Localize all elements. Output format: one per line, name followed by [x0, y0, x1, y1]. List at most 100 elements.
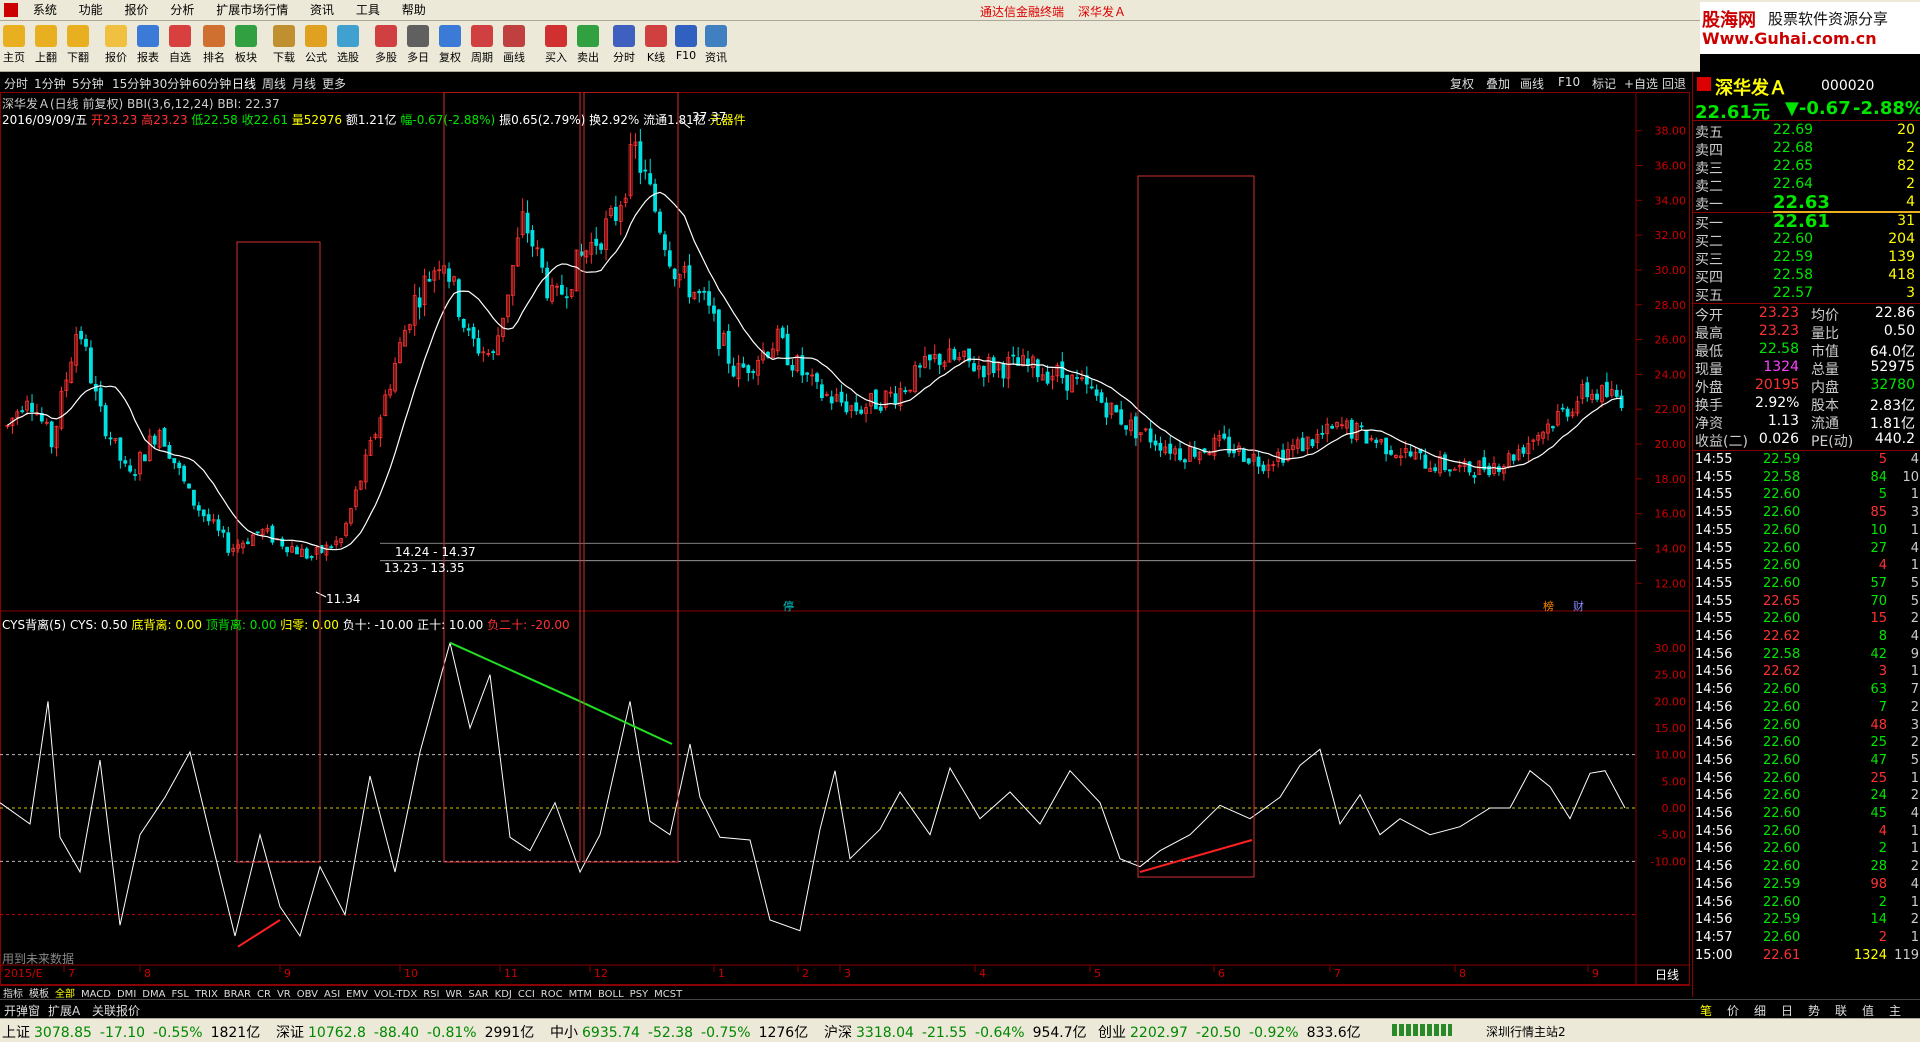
panel-tab-6[interactable]: 值 — [1862, 1002, 1874, 1019]
menu-system[interactable]: 系统 — [24, 0, 66, 20]
tick-row: 14:56 22.60 63 7 — [1693, 682, 1920, 699]
toolbar-label-8: 下载 — [273, 51, 295, 64]
menu-quote[interactable]: 报价 — [116, 0, 158, 20]
panel-tab-4[interactable]: 势 — [1808, 1002, 1820, 1019]
bottom-tab-0[interactable]: 开弹窗 — [4, 1002, 40, 1019]
period-tab-0[interactable]: 分时 — [4, 75, 28, 92]
candle-body — [663, 234, 667, 251]
tick-count: 2 — [1910, 859, 1919, 875]
tick-price: 22.60 — [1763, 611, 1801, 627]
candle-body — [1300, 437, 1305, 452]
period-tab-4[interactable]: 30分钟 — [152, 75, 191, 92]
menu-news[interactable]: 资讯 — [301, 0, 343, 20]
toolbar-btn-10[interactable]: 选股 — [330, 25, 366, 65]
index-quote-4[interactable]: 创业 2202.97 -20.50 -0.92% 833.6亿 — [1098, 1022, 1361, 1042]
panel-tab-2[interactable]: 细 — [1754, 1002, 1766, 1019]
period-tab-7[interactable]: 周线 — [262, 75, 286, 92]
price-axis-label: 12.00 — [1655, 577, 1687, 590]
toolbar-label-16: 买入 — [545, 51, 567, 64]
tick-price: 22.58 — [1763, 469, 1801, 485]
chart-tool-btn-3[interactable]: F10 — [1558, 75, 1580, 89]
toolbar-btn-3[interactable]: 报价 — [98, 25, 134, 65]
toolbar-btn-4[interactable]: 报表 — [130, 25, 166, 65]
toolbar-btn-7[interactable]: 板块 — [228, 25, 264, 65]
server-status[interactable]: 深圳行情主站2 — [1486, 1023, 1566, 1040]
ind-zero: 归零: 0.00 — [280, 618, 339, 632]
info-high: 高23.23 — [141, 113, 188, 127]
menu-help[interactable]: 帮助 — [393, 0, 435, 20]
price-axis-label: 22.00 — [1655, 403, 1687, 416]
period-tab-9[interactable]: 更多 — [322, 75, 346, 92]
index-change: -88.40 — [373, 1025, 420, 1041]
toolbar-btn-9[interactable]: 公式 — [298, 25, 334, 65]
ind-axis-label: 30.00 — [1655, 642, 1687, 655]
chart-tool-btn-5[interactable]: +自选 — [1624, 75, 1658, 92]
toolbar-btn-12[interactable]: 多日 — [400, 25, 436, 65]
candle-body — [707, 291, 711, 306]
menu-analysis[interactable]: 分析 — [161, 0, 203, 20]
chart-tool-btn-2[interactable]: 画线 — [1520, 75, 1544, 92]
period-tab-2[interactable]: 5分钟 — [72, 75, 104, 92]
candle-body — [648, 173, 653, 185]
index-quote-3[interactable]: 沪深 3318.04 -21.55 -0.64% 954.7亿 — [824, 1022, 1087, 1042]
index-value: 2202.97 — [1130, 1025, 1188, 1041]
period-tab-5[interactable]: 60分钟 — [192, 75, 231, 92]
ind-name[interactable]: CYS背离(5) — [2, 618, 66, 632]
menu-ext-market[interactable]: 扩展市场行情 — [207, 0, 297, 20]
index-quote-1[interactable]: 深证 10762.8 -88.40 -0.81% 2991亿 — [276, 1022, 534, 1042]
toolbar-btn-17[interactable]: 卖出 — [570, 25, 606, 65]
index-quote-0[interactable]: 上证 3078.85 -17.10 -0.55% 1821亿 — [2, 1022, 260, 1042]
bottom-tab-1[interactable]: 扩展A — [48, 1002, 80, 1019]
panel-tab-3[interactable]: 日 — [1781, 1002, 1793, 1019]
index-change: -20.50 — [1195, 1025, 1242, 1041]
toolbar-icon-1 — [35, 25, 57, 47]
index-quote-2[interactable]: 中小 6935.74 -52.38 -0.75% 1276亿 — [550, 1022, 808, 1042]
toolbar-btn-2[interactable]: 下翻 — [60, 25, 96, 65]
period-tab-8[interactable]: 月线 — [292, 75, 316, 92]
stat-value: 2.83亿 — [1869, 398, 1915, 414]
last-price: 22.61元 — [1695, 102, 1770, 123]
panel-tab-5[interactable]: 联 — [1835, 1002, 1847, 1019]
candle-body — [712, 305, 716, 314]
toolbar-btn-14[interactable]: 周期 — [464, 25, 500, 65]
toolbar-btn-8[interactable]: 下载 — [266, 25, 302, 65]
period-tab-3[interactable]: 15分钟 — [112, 75, 151, 92]
badge-list[interactable]: 榜 — [1543, 598, 1554, 614]
bid-label: 买一 — [1695, 216, 1723, 232]
toolbar-btn-18[interactable]: 分时 — [606, 25, 642, 65]
toolbar-btn-1[interactable]: 上翻 — [28, 25, 64, 65]
menu-tools[interactable]: 工具 — [347, 0, 389, 20]
chart-tool-btn-0[interactable]: 复权 — [1450, 75, 1474, 92]
toolbar-btn-15[interactable]: 画线 — [496, 25, 532, 65]
toolbar-btn-5[interactable]: 自选 — [162, 25, 198, 65]
menu-function[interactable]: 功能 — [70, 0, 112, 20]
chart-tool-btn-4[interactable]: 标记 — [1592, 75, 1616, 92]
toolbar-btn-11[interactable]: 多股 — [368, 25, 404, 65]
panel-tab-7[interactable]: 主 — [1889, 1002, 1901, 1019]
badge-stop[interactable]: 停 — [783, 598, 794, 614]
index-name: 上证 — [2, 1025, 30, 1041]
toolbar-btn-16[interactable]: 买入 — [538, 25, 574, 65]
tick-row: 14:55 22.60 15 2 — [1693, 611, 1920, 628]
price-change: ▼-0.67 — [1785, 98, 1851, 119]
ask-label: 卖五 — [1695, 125, 1723, 141]
tick-row: 14:56 22.60 24 2 — [1693, 788, 1920, 805]
toolbar-btn-13[interactable]: 复权 — [432, 25, 468, 65]
tick-row: 14:56 22.62 3 1 — [1693, 664, 1920, 681]
panel-tab-1[interactable]: 价 — [1727, 1002, 1739, 1019]
badge-finance[interactable]: 财 — [1573, 598, 1584, 614]
period-tab-1[interactable]: 1分钟 — [34, 75, 66, 92]
bottom-tab-2[interactable]: 关联报价 — [92, 1002, 140, 1019]
period-tab-6[interactable]: 日线 — [232, 75, 256, 92]
toolbar-btn-6[interactable]: 排名 — [196, 25, 232, 65]
index-amount: 954.7亿 — [1032, 1025, 1087, 1041]
chart-tool-btn-6[interactable]: 回退 — [1662, 75, 1686, 92]
chart-tool-btn-1[interactable]: 叠加 — [1486, 75, 1510, 92]
index-amount: 2991亿 — [484, 1025, 535, 1041]
panel-tab-0[interactable]: 笔 — [1700, 1002, 1712, 1019]
index-pct: -0.55% — [153, 1025, 203, 1041]
kline-chart-area[interactable]: 38.00 36.00 34.00 32.00 30.00 28.00 26.00 24.00… — [0, 92, 1690, 985]
toolbar-btn-21[interactable]: 资讯 — [698, 25, 734, 65]
ask-row: 卖三 22.65 82 — [1693, 158, 1920, 177]
toolbar-label-2: 下翻 — [67, 51, 89, 64]
